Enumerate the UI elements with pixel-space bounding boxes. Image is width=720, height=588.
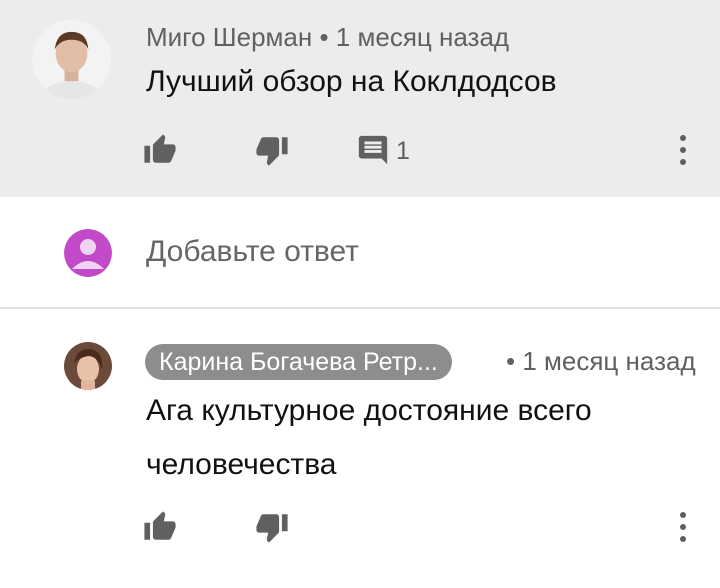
reply-author-avatar[interactable]: [64, 342, 112, 390]
reply-text: Ага культурное достояние всего человечес…: [146, 394, 592, 481]
reply-time: • 1 месяц назад: [506, 346, 696, 376]
comment-text: Лучший обзор на Коклдодсов: [146, 65, 557, 98]
comment-author[interactable]: Миго Шерман: [146, 22, 312, 52]
thumb-down-icon[interactable]: [255, 133, 289, 167]
comment-time: • 1 месяц назад: [319, 22, 510, 52]
commenter-avatar[interactable]: [32, 20, 111, 99]
add-reply-input[interactable]: Добавьте ответ: [146, 235, 359, 269]
add-reply-row[interactable]: Добавьте ответ: [0, 197, 720, 309]
reply-thumb-up-icon[interactable]: [143, 510, 177, 544]
reply-more-vertical-icon[interactable]: [673, 510, 693, 544]
comment-meta: Миго Шерман • 1 месяц назад: [146, 22, 509, 53]
comment-icon[interactable]: [356, 133, 390, 167]
highlighted-comment: Миго Шерман • 1 месяц назад Лучший обзор…: [0, 0, 720, 197]
reply-count[interactable]: 1: [396, 137, 410, 166]
more-vertical-icon[interactable]: [673, 133, 693, 167]
user-avatar: [64, 229, 112, 277]
reply-thumb-down-icon[interactable]: [255, 510, 289, 544]
reply-author-badge[interactable]: Карина Богачева Ретр...: [145, 344, 452, 380]
thumb-up-icon[interactable]: [143, 133, 177, 167]
